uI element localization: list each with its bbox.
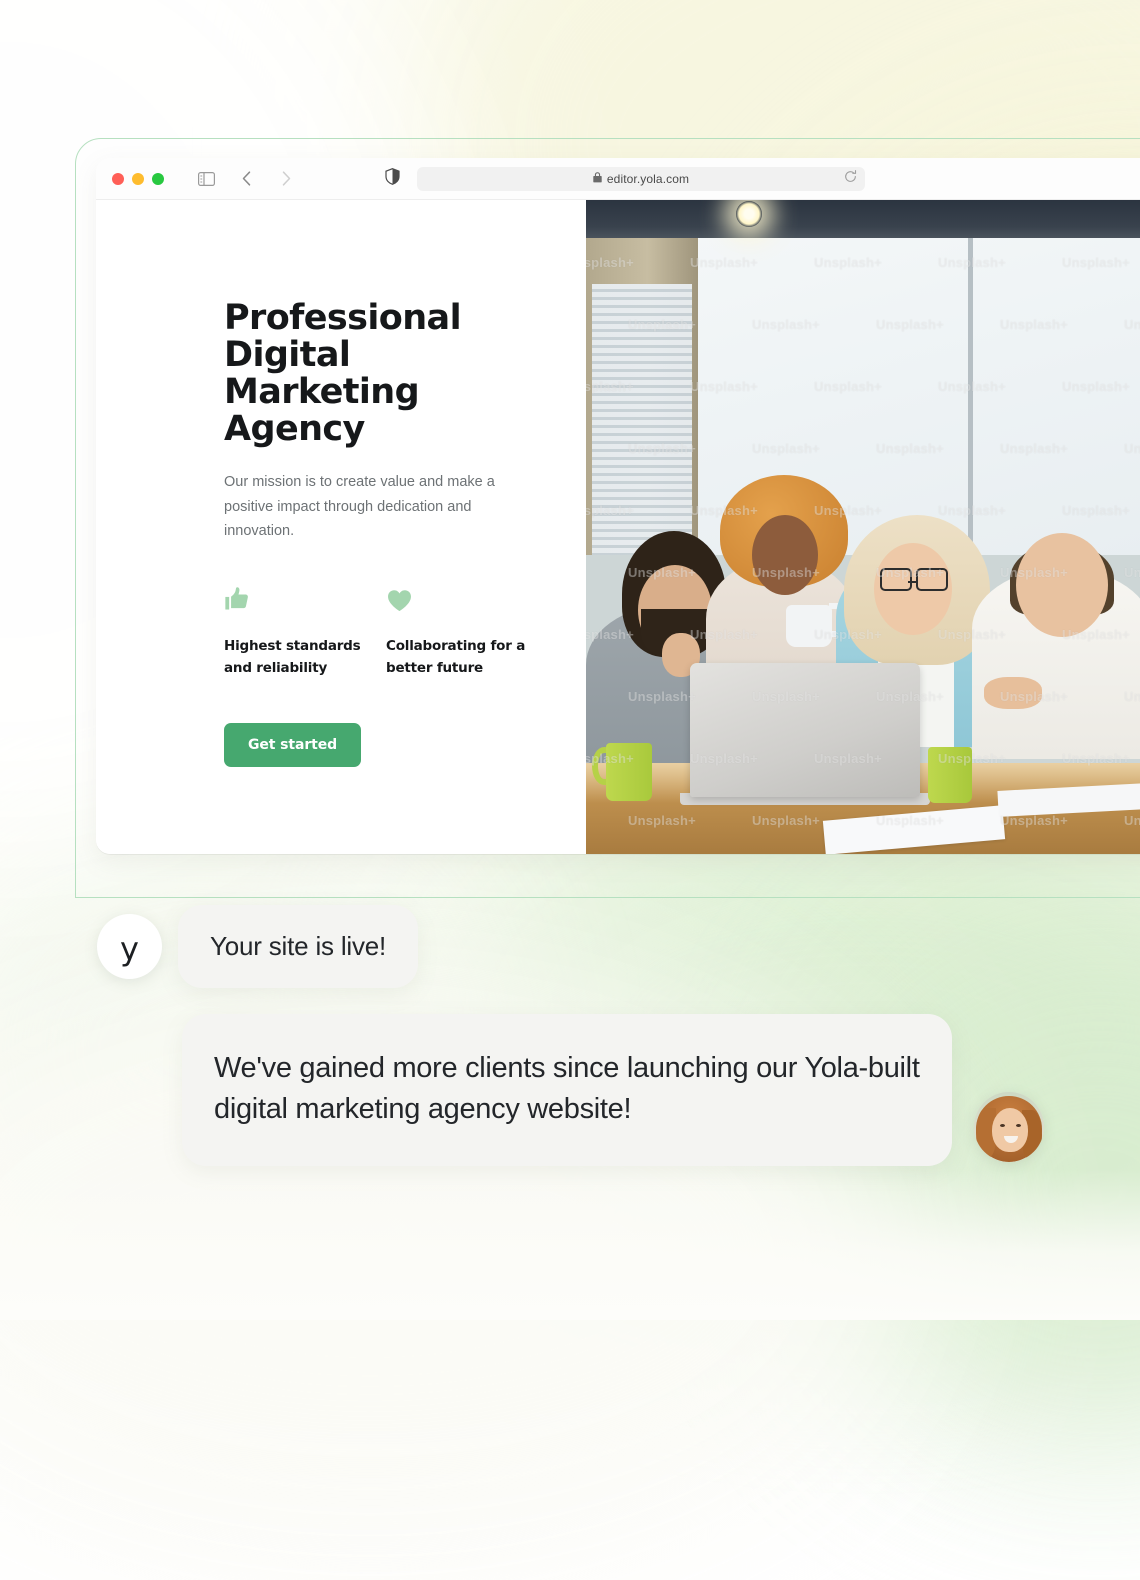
lock-icon (593, 170, 602, 188)
minimize-window-button[interactable] (132, 172, 144, 185)
hero-text-column: Professional Digital Marketing Agency Ou… (96, 200, 586, 854)
maximize-window-button[interactable] (152, 172, 164, 185)
sidebar-toggle-icon[interactable] (196, 169, 216, 189)
chat-message-row-2: We've gained more clients since launchin… (0, 1014, 1140, 1167)
photo-watermark: Unsplash+ (1124, 565, 1140, 580)
heart-icon (386, 585, 548, 619)
photo-mug-right (928, 747, 972, 803)
photo-mug-left (606, 743, 652, 801)
forward-chevron-icon[interactable] (276, 169, 296, 189)
feature-item: Collaborating for a better future (386, 585, 548, 679)
page-title: Professional Digital Marketing Agency (224, 298, 462, 450)
hero-subtitle: Our mission is to create value and make … (224, 474, 495, 539)
chat-bubble-assistant: Your site is live! (178, 905, 419, 988)
website-preview: Professional Digital Marketing Agency Ou… (96, 200, 1140, 854)
privacy-shield-icon[interactable] (385, 167, 400, 190)
address-bar[interactable]: editor.yola.com (417, 166, 865, 191)
back-chevron-icon[interactable] (236, 169, 256, 189)
thumbs-up-icon (224, 585, 386, 619)
user-avatar (974, 1092, 1044, 1163)
photo-laptop (690, 663, 920, 797)
close-window-button[interactable] (112, 172, 124, 185)
browser-toolbar: editor.yola.com (96, 158, 1140, 200)
address-bar-url: editor.yola.com (606, 171, 690, 186)
reload-icon[interactable] (844, 169, 857, 188)
photo-ceiling-lamp (736, 201, 762, 227)
yola-logo-avatar: y (97, 914, 162, 979)
background-bottom-fade (0, 1170, 1140, 1320)
address-bar-container: editor.yola.com (385, 166, 865, 191)
chat-section: y Your site is live! We've gained more c… (0, 905, 1140, 1167)
hero-photo: Unsplash+Unsplash+Unsplash+Unsplash+Unsp… (586, 200, 1140, 854)
feature-list: Highest standards and reliability Collab… (224, 585, 586, 679)
feature-label: Highest standards and reliability (224, 637, 361, 676)
get-started-button[interactable]: Get started (224, 723, 362, 768)
feature-item: Highest standards and reliability (224, 585, 386, 679)
chat-message-row-1: y Your site is live! (0, 905, 1140, 988)
chat-bubble-user: We've gained more clients since launchin… (182, 1014, 952, 1167)
photo-ceiling (586, 200, 1140, 238)
photo-window-mullion (968, 230, 973, 555)
yola-logo-letter: y (120, 929, 139, 968)
window-controls (112, 172, 164, 185)
browser-window: editor.yola.com Professional Digital Mar… (96, 158, 1140, 854)
feature-label: Collaborating for a better future (386, 637, 526, 676)
photo-blinds (592, 284, 692, 555)
